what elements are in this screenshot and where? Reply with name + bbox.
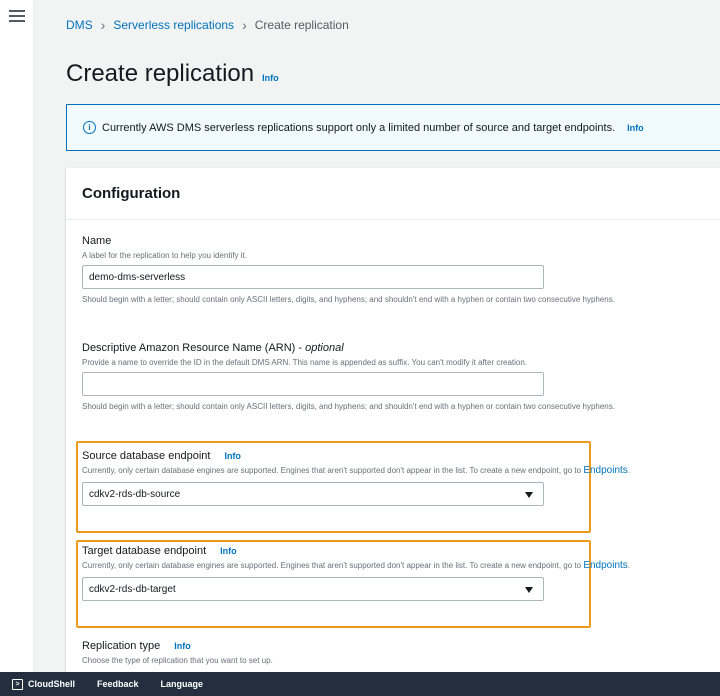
feedback-label: Feedback [97, 679, 139, 689]
name-field: Name A label for the replication to help… [82, 235, 682, 305]
cloudshell-icon: > [12, 678, 23, 690]
arn-input[interactable] [82, 372, 544, 396]
target-endpoint-description: Currently, only certain database engines… [82, 560, 631, 571]
target-endpoint-value: cdkv2-rds-db-target [89, 583, 176, 595]
name-label: Name [82, 235, 112, 247]
info-circle-icon: i [83, 121, 96, 134]
main-content: DMS › Serverless replications › Create r… [34, 0, 720, 672]
target-endpoint-field: Target database endpoint Info Currently,… [82, 545, 682, 601]
name-input[interactable] [82, 265, 544, 289]
source-endpoint-description: Currently, only certain database engines… [82, 465, 631, 476]
side-navigation [0, 0, 34, 672]
chevron-right-icon: › [100, 17, 106, 33]
console-footer: > CloudShell Feedback Language [0, 672, 720, 696]
name-constraint: Should begin with a letter; should conta… [82, 295, 615, 304]
page-title-text: Create replication [66, 60, 255, 87]
menu-icon[interactable] [9, 10, 25, 24]
feedback-button[interactable]: Feedback [97, 679, 139, 689]
source-info-link[interactable]: Info [224, 451, 241, 461]
arn-description: Provide a name to override the ID in the… [82, 358, 528, 367]
info-flashbar: i Currently AWS DMS serverless replicati… [66, 104, 720, 151]
language-button[interactable]: Language [161, 679, 204, 689]
arn-label: Descriptive Amazon Resource Name (ARN) -… [82, 342, 344, 354]
target-endpoints-link[interactable]: Endpoints [583, 560, 627, 571]
replication-type-info-link[interactable]: Info [174, 641, 191, 651]
replication-type-description: Choose the type of replication that you … [82, 656, 273, 665]
page-info-link[interactable]: Info [262, 73, 279, 83]
target-endpoint-select[interactable]: cdkv2-rds-db-target [82, 577, 544, 601]
replication-type-label: Replication type Info [82, 640, 191, 652]
target-endpoint-label: Target database endpoint Info [82, 545, 237, 557]
breadcrumb: DMS › Serverless replications › Create r… [66, 17, 349, 33]
arn-optional-label: optional [305, 342, 344, 354]
panel-title: Configuration [66, 168, 720, 220]
breadcrumb-serverless-replications[interactable]: Serverless replications [113, 18, 234, 32]
flash-text: Currently AWS DMS serverless replication… [102, 121, 616, 134]
arn-field: Descriptive Amazon Resource Name (ARN) -… [82, 342, 682, 412]
page-title: Create replication Info [66, 60, 279, 88]
source-endpoint-value: cdkv2-rds-db-source [89, 488, 181, 500]
flash-info-link[interactable]: Info [627, 123, 644, 133]
source-endpoint-select[interactable]: cdkv2-rds-db-source [82, 482, 544, 506]
replication-type-field: Replication type Info Choose the type of… [82, 640, 682, 666]
chevron-right-icon: › [242, 17, 247, 33]
source-endpoint-label: Source database endpoint Info [82, 450, 241, 462]
caret-down-icon [525, 587, 533, 593]
cloudshell-label: CloudShell [28, 679, 75, 689]
source-endpoints-link[interactable]: Endpoints [583, 465, 627, 476]
name-description: A label for the replication to help you … [82, 251, 247, 260]
cloudshell-button[interactable]: > CloudShell [12, 678, 75, 690]
arn-constraint: Should begin with a letter; should conta… [82, 402, 615, 411]
breadcrumb-dms[interactable]: DMS [66, 18, 93, 32]
breadcrumb-current: Create replication [254, 18, 349, 32]
language-label: Language [160, 679, 204, 689]
source-endpoint-field: Source database endpoint Info Currently,… [82, 450, 682, 506]
target-info-link[interactable]: Info [220, 546, 237, 556]
caret-down-icon [525, 492, 533, 498]
configuration-panel: Configuration Name A label for the repli… [66, 168, 720, 672]
